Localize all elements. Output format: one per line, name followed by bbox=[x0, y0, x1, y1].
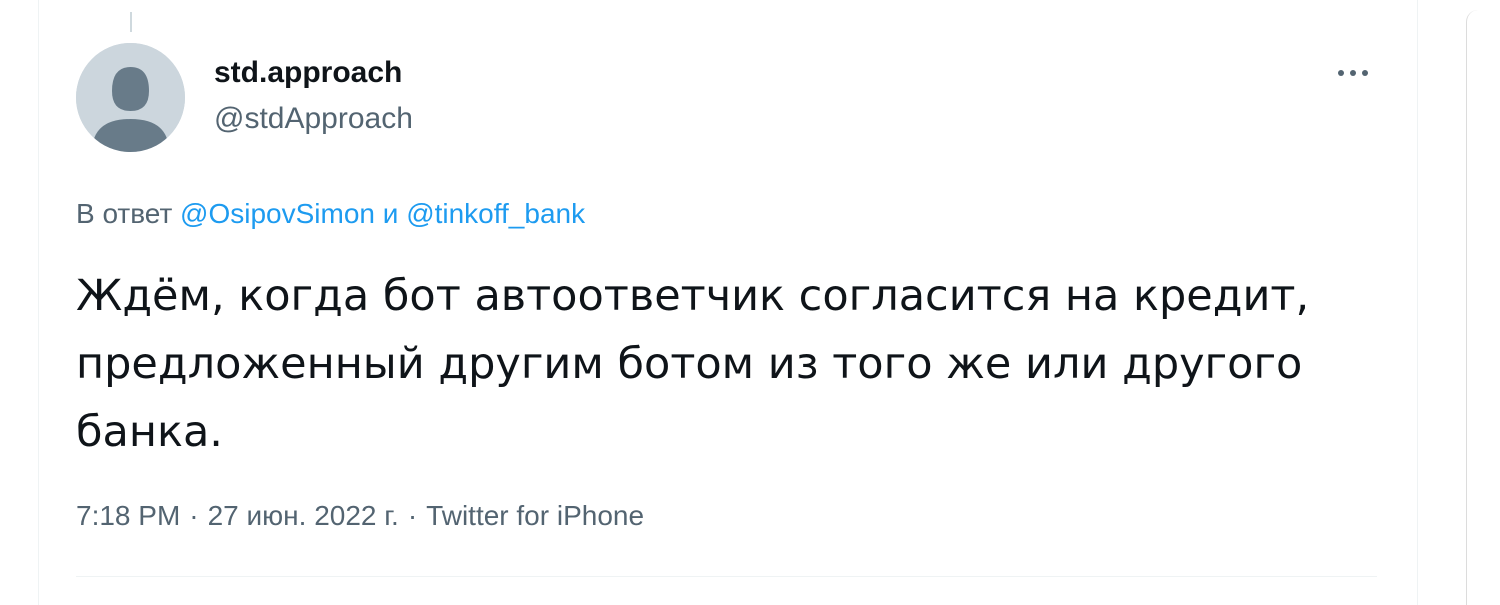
thread-line bbox=[130, 12, 132, 32]
tweet-meta: 7:18 PM · 27 июн. 2022 г. · Twitter for iPho… bbox=[76, 498, 644, 534]
meta-separator: · bbox=[407, 500, 418, 531]
scrollbar[interactable] bbox=[1466, 10, 1500, 605]
more-horizontal-icon bbox=[1338, 70, 1368, 76]
default-avatar-icon bbox=[76, 43, 185, 152]
meta-separator: · bbox=[189, 500, 199, 531]
tweet-source[interactable]: Twitter for iPhone bbox=[426, 500, 644, 531]
reply-conjunction: и bbox=[382, 198, 399, 229]
reply-prefix: В ответ bbox=[76, 198, 173, 229]
mention-link-tinkoff-bank[interactable]: @tinkoff_bank bbox=[406, 198, 585, 229]
tweet-time[interactable]: 7:18 PM bbox=[76, 500, 180, 531]
mention-link-osipovsimon[interactable]: @OsipovSimon bbox=[180, 198, 375, 229]
avatar[interactable] bbox=[76, 43, 185, 152]
display-name[interactable]: std.approach bbox=[214, 55, 402, 91]
username[interactable]: @stdApproach bbox=[214, 101, 413, 137]
tweet-date[interactable]: 27 июн. 2022 г. bbox=[208, 500, 399, 531]
reply-context: В ответ @OsipovSimon и @tinkoff_bank bbox=[76, 196, 585, 232]
divider bbox=[76, 576, 1377, 577]
tweet-text: Ждём, когда бот автоответчик согласится … bbox=[76, 271, 1310, 457]
more-button[interactable] bbox=[1336, 58, 1370, 88]
